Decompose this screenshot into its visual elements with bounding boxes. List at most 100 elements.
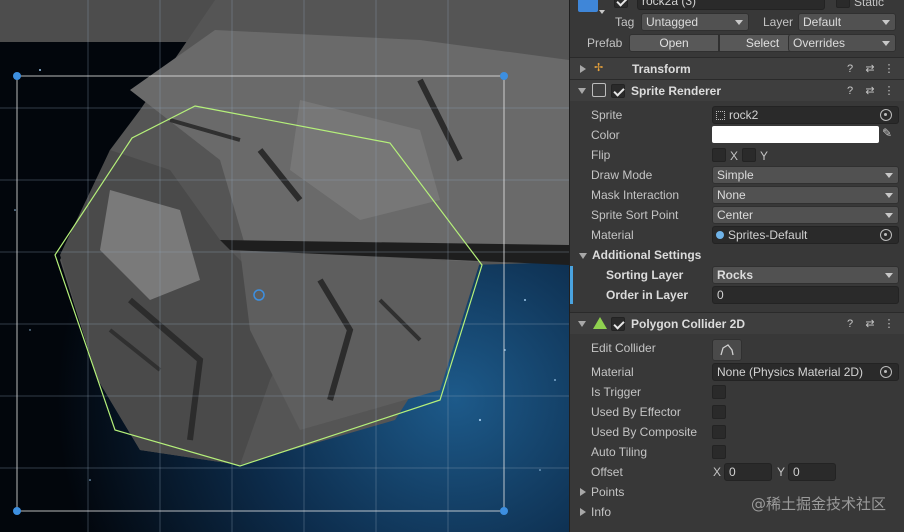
auto-tiling-checkbox[interactable] [712, 445, 726, 459]
edit-collider-button[interactable] [712, 339, 742, 361]
offset-x-field[interactable]: 0 [724, 463, 772, 481]
sprite-renderer-header[interactable]: Sprite Renderer ? ⇄ ⋮ [570, 79, 904, 101]
transform-axes-icon: ✢ [594, 62, 604, 74]
foldout-arrow-icon[interactable] [579, 253, 587, 259]
layer-dropdown[interactable]: Default [798, 13, 896, 31]
corner-handle-top-left[interactable] [13, 72, 21, 80]
sprite-value: rock2 [729, 108, 759, 122]
sprite-icon [716, 111, 725, 120]
help-icon[interactable]: ? [842, 61, 858, 77]
icon-dropdown-arrow[interactable] [599, 10, 605, 14]
scene-view[interactable] [0, 0, 569, 532]
draw-mode-value: Simple [717, 168, 754, 182]
sprite-label: Sprite [591, 108, 623, 122]
chevron-down-icon [885, 173, 893, 178]
prefab-label: Prefab [587, 36, 623, 50]
flip-y-checkbox[interactable] [742, 148, 756, 162]
color-swatch[interactable] [712, 126, 879, 143]
prefab-open-button[interactable]: Open [629, 34, 719, 52]
material-label: Material [591, 228, 634, 242]
context-menu-icon[interactable]: ⋮ [881, 61, 897, 77]
mask-interaction-value: None [717, 188, 746, 202]
prefab-overrides-dropdown[interactable]: Overrides [788, 34, 896, 52]
chevron-down-icon [885, 273, 893, 278]
collider-material-value: None (Physics Material 2D) [717, 365, 864, 379]
transform-header[interactable]: ✢ Transform ? ⇄ ⋮ [570, 57, 904, 79]
inspector-panel: rock2a (3) Static Tag Untagged Layer Def… [569, 0, 904, 532]
edit-collider-label: Edit Collider [591, 341, 656, 355]
points-foldout[interactable]: Points [591, 484, 624, 500]
sprite-renderer-enabled-checkbox[interactable] [611, 84, 625, 98]
additional-settings-label[interactable]: Additional Settings [592, 247, 701, 263]
info-foldout[interactable]: Info [591, 504, 611, 520]
offset-y-field[interactable]: 0 [788, 463, 836, 481]
transform-title: Transform [632, 62, 691, 76]
foldout-arrow-icon[interactable] [578, 321, 586, 327]
active-checkbox[interactable] [614, 0, 628, 8]
chevron-down-icon [885, 193, 893, 198]
draw-mode-dropdown[interactable]: Simple [712, 166, 899, 184]
sorting-layer-value: Rocks [717, 268, 754, 282]
override-indicator [570, 266, 573, 304]
layer-value: Default [803, 15, 842, 29]
tag-dropdown[interactable]: Untagged [641, 13, 749, 31]
flip-y-label: Y [760, 149, 769, 163]
static-checkbox[interactable] [836, 0, 850, 8]
scene-canvas[interactable] [0, 0, 569, 532]
polygon-collider-header[interactable]: Polygon Collider 2D ? ⇄ ⋮ [570, 312, 904, 334]
eyedropper-icon[interactable]: ✎ [882, 126, 892, 140]
object-name-field[interactable]: rock2a (3) [637, 0, 825, 10]
used-by-effector-checkbox[interactable] [712, 405, 726, 419]
sprite-sort-point-dropdown[interactable]: Center [712, 206, 899, 224]
sorting-layer-dropdown[interactable]: Rocks [712, 266, 899, 284]
collider-material-field[interactable]: None (Physics Material 2D) [712, 363, 899, 381]
context-menu-icon[interactable]: ⋮ [881, 316, 897, 332]
static-label: Static [854, 0, 885, 9]
corner-handle-bottom-right[interactable] [500, 507, 508, 515]
offset-y-label: Y [777, 465, 786, 479]
is-trigger-checkbox[interactable] [712, 385, 726, 399]
presets-icon[interactable]: ⇄ [862, 83, 878, 99]
auto-tiling-label: Auto Tiling [591, 445, 648, 459]
sprite-sort-point-label: Sprite Sort Point [591, 208, 679, 222]
foldout-arrow-icon[interactable] [578, 88, 586, 94]
is-trigger-label: Is Trigger [591, 385, 642, 399]
object-picker-icon[interactable] [880, 109, 892, 121]
material-value: Sprites-Default [728, 228, 808, 242]
used-by-composite-checkbox[interactable] [712, 425, 726, 439]
tag-value: Untagged [646, 15, 699, 29]
sorting-layer-label: Sorting Layer [606, 268, 684, 282]
help-icon[interactable]: ? [842, 316, 858, 332]
sprite-renderer-title: Sprite Renderer [631, 84, 722, 98]
tag-label: Tag [615, 15, 635, 29]
presets-icon[interactable]: ⇄ [862, 316, 878, 332]
color-label: Color [591, 128, 620, 142]
polygon-collider-icon [593, 317, 607, 329]
foldout-arrow-icon[interactable] [580, 508, 586, 516]
foldout-arrow-icon[interactable] [580, 488, 586, 496]
order-in-layer-field[interactable]: 0 [712, 286, 899, 304]
foldout-arrow-icon[interactable] [580, 65, 586, 73]
polygon-collider-enabled-checkbox[interactable] [611, 317, 625, 331]
help-icon[interactable]: ? [842, 83, 858, 99]
offset-x-label: X [713, 465, 722, 479]
object-picker-icon[interactable] [880, 366, 892, 378]
mask-interaction-dropdown[interactable]: None [712, 186, 899, 204]
chevron-down-icon [882, 41, 890, 46]
edit-collider-icon [720, 344, 734, 356]
corner-handle-top-right[interactable] [500, 72, 508, 80]
context-menu-icon[interactable]: ⋮ [881, 83, 897, 99]
presets-icon[interactable]: ⇄ [862, 61, 878, 77]
flip-x-checkbox[interactable] [712, 148, 726, 162]
sprite-object-field[interactable]: rock2 [712, 106, 899, 124]
chevron-down-icon [735, 20, 743, 25]
object-picker-icon[interactable] [880, 229, 892, 241]
sprite-renderer-icon [592, 83, 606, 97]
used-by-effector-label: Used By Effector [591, 405, 681, 419]
material-object-field[interactable]: Sprites-Default [712, 226, 899, 244]
corner-handle-bottom-left[interactable] [13, 507, 21, 515]
mask-interaction-label: Mask Interaction [591, 188, 680, 202]
material-icon [716, 231, 724, 239]
overrides-label: Overrides [793, 36, 846, 50]
watermark: @稀土掘金技术社区 [750, 495, 886, 513]
